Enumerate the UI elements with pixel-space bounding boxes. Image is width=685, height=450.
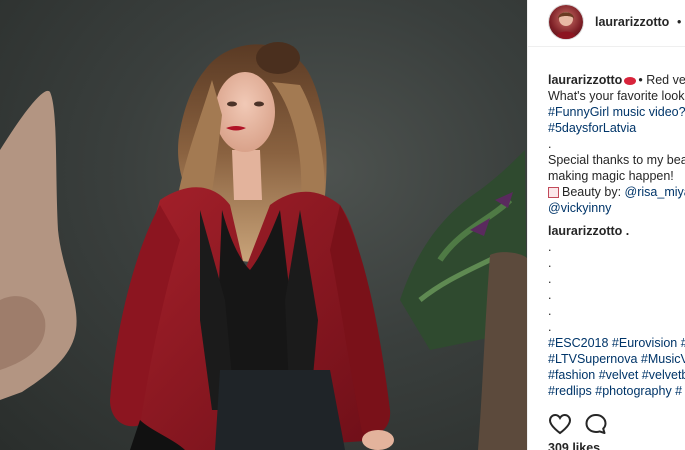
comments-section: laurarizzotto • Red ve What's your favori… xyxy=(548,72,685,399)
comment-dot: . xyxy=(548,320,552,334)
caption-line-6: Special thanks to my bea xyxy=(548,153,685,167)
comment-username-text: laurarizzotto xyxy=(548,224,623,238)
hashtags-line[interactable]: #redlips #photography # xyxy=(548,383,685,399)
hashtag-5daysforlatvia[interactable]: #5daysforLatvia xyxy=(548,120,685,136)
hashtags-line[interactable]: #fashion #velvet #velvetb xyxy=(548,367,685,383)
hashtags-line[interactable]: #ESC2018 #Eurovision # xyxy=(548,335,685,351)
caption-line-2: What's your favorite look xyxy=(548,89,685,103)
avatar-image xyxy=(555,12,577,39)
post-actions xyxy=(548,412,685,438)
header-username[interactable]: laurarizzotto xyxy=(595,15,669,29)
caption-username[interactable]: laurarizzotto xyxy=(548,73,622,87)
post-sidebar: laurarizzotto • F laurarizzotto • Red ve … xyxy=(527,0,685,450)
hashtags-line[interactable]: #LTVSupernova #MusicV xyxy=(548,351,685,367)
comment-username[interactable]: laurarizzotto . xyxy=(548,223,685,239)
caption-line: laurarizzotto • Red ve xyxy=(548,72,685,88)
mention-vickyinny[interactable]: @vickyinny xyxy=(548,200,685,216)
post-photo[interactable] xyxy=(0,0,527,450)
comment-dot: . xyxy=(548,272,552,286)
comment-dot: . xyxy=(548,288,552,302)
comment-dot: . xyxy=(548,304,552,318)
mention-risa[interactable]: @risa_miya xyxy=(625,185,685,199)
post-photo-graphic xyxy=(0,42,527,450)
caption-line-7: making magic happen! xyxy=(548,169,674,183)
caption-dot: . xyxy=(548,137,552,151)
comment-dot: . xyxy=(548,256,552,270)
comment-dot: . xyxy=(548,240,552,254)
caption-text-1: Red ve xyxy=(646,73,685,87)
likes-count[interactable]: 309 likes xyxy=(548,441,600,450)
lips-emoji-icon xyxy=(624,76,637,85)
post-header: laurarizzotto • F xyxy=(528,0,685,47)
header-separator: • xyxy=(677,15,682,29)
hashtag-funnygirl[interactable]: #FunnyGirl music video? xyxy=(548,104,685,120)
comment-icon[interactable] xyxy=(584,412,608,436)
beauty-emoji-icon xyxy=(548,187,559,199)
beauty-prefix: Beauty by: xyxy=(562,185,625,199)
caption-line-8: Beauty by: @risa_miya xyxy=(548,184,685,200)
avatar[interactable] xyxy=(549,5,583,39)
caption-bullet: • xyxy=(638,73,643,87)
heart-icon[interactable] xyxy=(548,412,572,436)
